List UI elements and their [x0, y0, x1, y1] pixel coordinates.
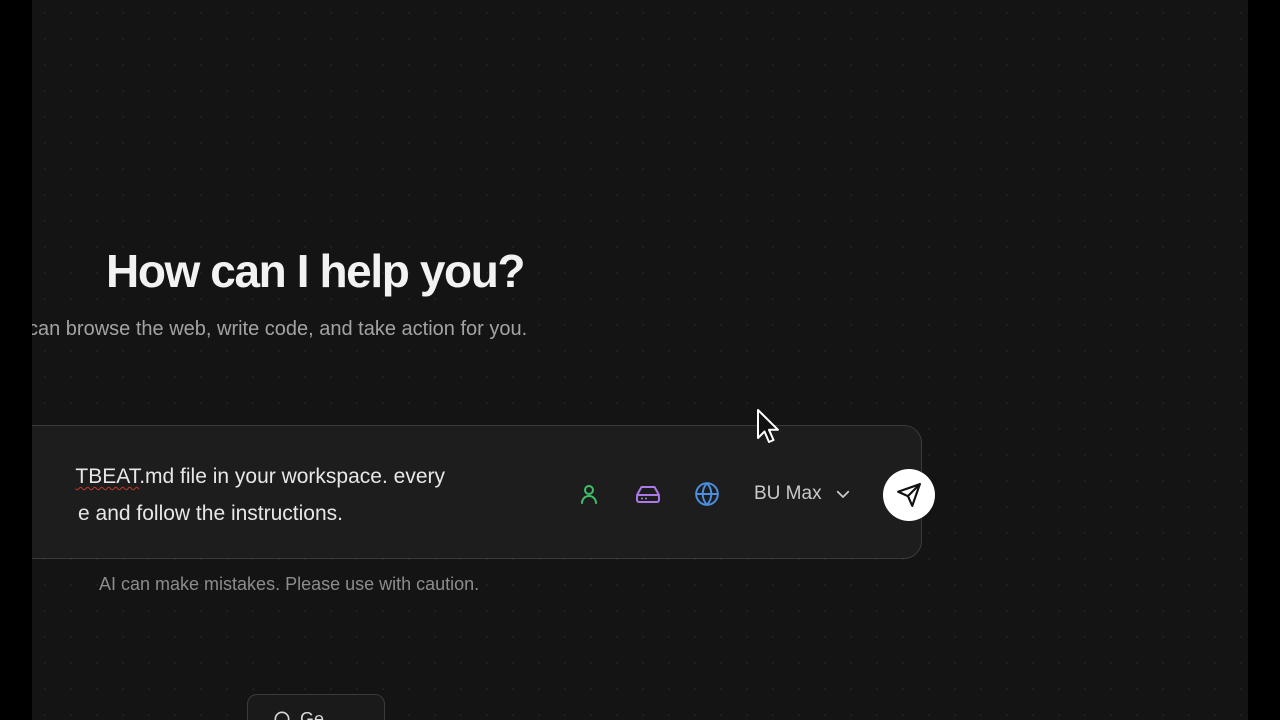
model-selector-label: BU Max — [754, 483, 822, 504]
model-selector[interactable]: BU Max — [754, 481, 852, 507]
prompt-line-1-text: .md file in your workspace. every — [139, 465, 445, 488]
suggestion-chip[interactable]: Ge... — [247, 694, 385, 720]
chip-label: Ge... — [300, 709, 340, 720]
prompt-line-2: e and follow the instructions. — [78, 502, 343, 525]
page-title: How can I help you? — [106, 245, 526, 297]
prompt-line-1: TBEAT.md file in your workspace. every — [75, 458, 445, 495]
person-icon — [581, 485, 597, 504]
hard-drive-icon — [636, 486, 660, 503]
globe-icon — [695, 482, 719, 506]
send-icon — [897, 483, 921, 507]
chip-icon — [272, 709, 292, 720]
page-subtitle: can browse the web, write code, and take… — [32, 318, 528, 340]
send-button[interactable] — [883, 469, 935, 521]
prompt-input[interactable]: TBEAT.md file in your workspace. every e… — [32, 458, 533, 534]
web-search-button[interactable] — [692, 479, 722, 509]
prompt-composer[interactable]: TBEAT.md file in your workspace. every e… — [32, 425, 935, 559]
storage-button[interactable] — [633, 479, 663, 509]
chevron-down-icon — [834, 485, 852, 503]
ai-disclaimer: AI can make mistakes. Please use with ca… — [99, 574, 480, 594]
main-canvas: How can I help you? can browse the web, … — [32, 0, 1248, 720]
profile-button[interactable] — [574, 479, 604, 509]
misspelled-word: TBEAT — [75, 465, 140, 488]
